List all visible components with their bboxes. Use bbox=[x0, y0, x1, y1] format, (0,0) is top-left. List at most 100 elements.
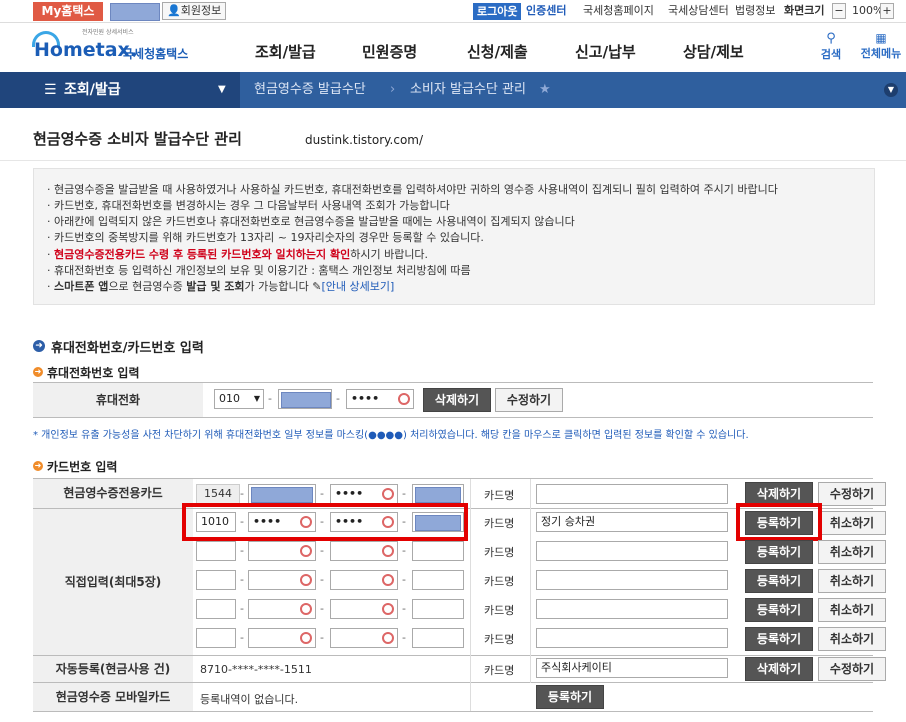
card-cancel-button[interactable]: 취소하기 bbox=[818, 511, 886, 535]
card-name-input[interactable] bbox=[536, 599, 728, 619]
privacy-mask-icon[interactable] bbox=[300, 632, 312, 644]
card-part-1[interactable] bbox=[196, 570, 236, 590]
myhometax-button[interactable]: My홈택스 bbox=[33, 2, 103, 21]
collapse-toggle-icon[interactable]: ▼ bbox=[884, 83, 898, 97]
card-part-3[interactable] bbox=[330, 599, 398, 619]
dash: - bbox=[402, 544, 406, 557]
zoom-out-button[interactable]: − bbox=[832, 3, 846, 19]
card-register-button[interactable]: 등록하기 bbox=[745, 598, 813, 622]
card-part-1[interactable] bbox=[196, 599, 236, 619]
guide-detail-link[interactable]: [안내 상세보기] bbox=[321, 280, 394, 293]
dash: - bbox=[402, 573, 406, 586]
menu-consult-report[interactable]: 상담/제보 bbox=[683, 41, 744, 62]
link-consult-center[interactable]: 국세상담센터 bbox=[668, 0, 729, 22]
dash: - bbox=[402, 631, 406, 644]
card-name-input[interactable] bbox=[536, 570, 728, 590]
masked-username bbox=[110, 3, 160, 21]
card-cancel-button[interactable]: 취소하기 bbox=[818, 598, 886, 622]
card-part-2[interactable] bbox=[248, 628, 316, 648]
privacy-mask-icon[interactable] bbox=[382, 545, 394, 557]
menu-inquiry-issue[interactable]: 조회/발급 bbox=[255, 41, 316, 62]
search-icon: ⚲ bbox=[826, 31, 836, 46]
privacy-mask-icon[interactable] bbox=[382, 632, 394, 644]
menu-report-pay[interactable]: 신고/납부 bbox=[575, 41, 636, 62]
all-menu-button[interactable]: ▦ 전체메뉴 bbox=[856, 31, 906, 61]
breadcrumb-item-1[interactable]: 현금영수증 발급수단 bbox=[254, 72, 366, 108]
breadcrumb-item-2: 소비자 발급수단 관리 bbox=[410, 82, 526, 97]
card-part-2[interactable] bbox=[248, 570, 316, 590]
notice-item: · 아래칸에 입력되지 않은 카드번호나 휴대전화번호로 현금영수증을 발급받을… bbox=[47, 215, 575, 228]
phone-delete-button[interactable]: 삭제하기 bbox=[423, 388, 491, 412]
card-name-label: 카드명 bbox=[484, 633, 515, 646]
cert-center-link[interactable]: 인증센터 bbox=[526, 0, 566, 22]
chevron-down-icon: ▼ bbox=[253, 394, 260, 403]
phone-prefix-select[interactable]: 010 ▼ bbox=[214, 389, 264, 409]
section-label: 조회/발급 bbox=[64, 82, 121, 98]
auto-edit-button[interactable]: 수정하기 bbox=[818, 657, 886, 681]
card-register-button[interactable]: 등록하기 bbox=[745, 569, 813, 593]
card-name-input[interactable]: 정기 승차권 bbox=[536, 512, 728, 532]
member-info-button[interactable]: 👤회원정보 bbox=[162, 2, 227, 20]
phone-middle-input[interactable] bbox=[278, 389, 332, 409]
card-part-2[interactable] bbox=[248, 599, 316, 619]
auto-delete-button[interactable]: 삭제하기 bbox=[745, 657, 813, 681]
card-part-4[interactable] bbox=[412, 628, 464, 648]
card-part-2[interactable] bbox=[248, 541, 316, 561]
card-part-1[interactable] bbox=[196, 541, 236, 561]
card-name-label: 카드명 bbox=[484, 517, 515, 530]
logout-button[interactable]: 로그아웃 bbox=[473, 3, 522, 20]
auto-card-name-input[interactable]: 주식회사케이티 bbox=[536, 658, 728, 678]
notice-item: · 휴대전화번호 등 입력하신 개인정보의 보유 및 이용기간 : 홈택스 개인… bbox=[47, 264, 471, 277]
link-law-info[interactable]: 법령정보 bbox=[735, 0, 775, 22]
card-cancel-button[interactable]: 취소하기 bbox=[818, 540, 886, 564]
section-heading: 휴대전화번호/카드번호 입력 bbox=[51, 341, 204, 356]
privacy-mask-icon[interactable] bbox=[300, 574, 312, 586]
card-name-input[interactable] bbox=[536, 484, 728, 504]
privacy-mask-icon[interactable] bbox=[382, 488, 394, 500]
card-register-button[interactable]: 등록하기 bbox=[745, 540, 813, 564]
masked-value: •••• bbox=[351, 392, 380, 405]
card-part-1[interactable] bbox=[196, 628, 236, 648]
card-part-3[interactable] bbox=[330, 570, 398, 590]
card-part-4[interactable] bbox=[412, 570, 464, 590]
arrow-circle-icon: ➜ bbox=[33, 367, 43, 377]
privacy-mask-icon[interactable] bbox=[382, 574, 394, 586]
phone-last-input[interactable]: •••• bbox=[346, 389, 414, 409]
menu-apply-submit[interactable]: 신청/제출 bbox=[467, 41, 528, 62]
privacy-mask-icon[interactable] bbox=[382, 603, 394, 615]
card-register-button[interactable]: 등록하기 bbox=[745, 627, 813, 651]
column-divider bbox=[530, 479, 531, 683]
mobile-register-button[interactable]: 등록하기 bbox=[536, 685, 604, 709]
card-part-4[interactable] bbox=[412, 541, 464, 561]
card-name-label: 카드명 bbox=[484, 664, 515, 677]
card-part-3[interactable] bbox=[330, 541, 398, 561]
link-nts-home[interactable]: 국세청홈페이지 bbox=[583, 0, 654, 22]
privacy-mask-icon[interactable] bbox=[398, 393, 410, 405]
chevron-right-icon: › bbox=[390, 82, 396, 97]
card-part-4[interactable] bbox=[412, 484, 464, 504]
card-name-label: 카드명 bbox=[484, 546, 515, 559]
phone-edit-button[interactable]: 수정하기 bbox=[495, 388, 563, 412]
privacy-mask-icon[interactable] bbox=[300, 545, 312, 557]
card-part-2[interactable] bbox=[248, 484, 316, 504]
section-dropdown[interactable]: ☰ 조회/발급 ▼ bbox=[0, 72, 240, 108]
card-name-input[interactable] bbox=[536, 541, 728, 561]
card-part-3[interactable] bbox=[330, 628, 398, 648]
phone-heading: 휴대전화번호 입력 bbox=[47, 366, 140, 380]
card-edit-button[interactable]: 수정하기 bbox=[818, 482, 886, 506]
arrow-circle-icon: ➜ bbox=[33, 340, 45, 352]
mobile-card-status: 등록내역이 없습니다. bbox=[200, 693, 299, 706]
privacy-mask-icon[interactable] bbox=[300, 603, 312, 615]
menu-civil-cert[interactable]: 민원증명 bbox=[362, 41, 417, 62]
zoom-in-button[interactable]: + bbox=[880, 3, 894, 19]
card-part-4[interactable] bbox=[412, 599, 464, 619]
card-cancel-button[interactable]: 취소하기 bbox=[818, 627, 886, 651]
card-name-input[interactable] bbox=[536, 628, 728, 648]
search-button[interactable]: ⚲ 검색 bbox=[818, 31, 844, 62]
card-cancel-button[interactable]: 취소하기 bbox=[818, 569, 886, 593]
favorite-star-icon[interactable]: ★ bbox=[539, 72, 551, 108]
dash: - bbox=[320, 487, 324, 500]
masked-value: •••• bbox=[335, 487, 364, 500]
card-part-3[interactable]: •••• bbox=[330, 484, 398, 504]
notice-item: · 스마트폰 앱으로 현금영수증 발급 및 조회가 가능합니다 ✎[안내 상세보… bbox=[47, 280, 395, 293]
